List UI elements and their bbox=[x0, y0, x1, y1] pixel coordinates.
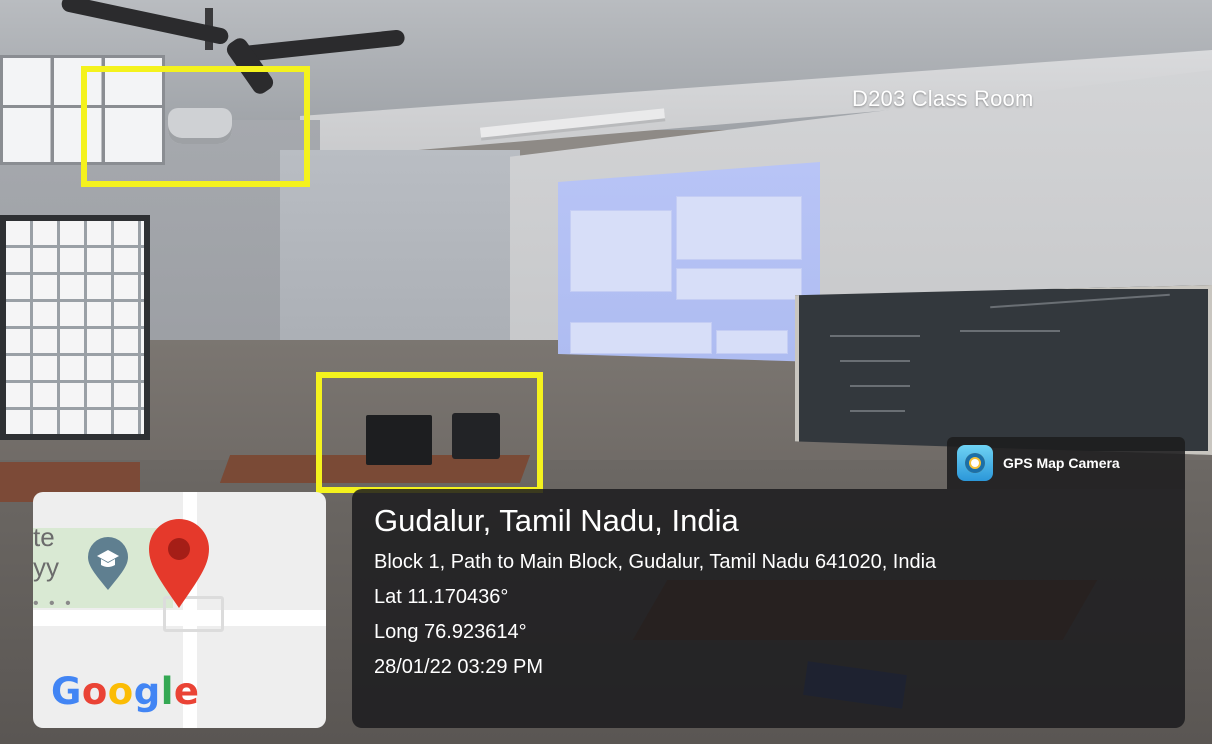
chalk-writing bbox=[840, 360, 910, 362]
gps-map-camera-icon bbox=[957, 445, 993, 481]
address-text: Block 1, Path to Main Block, Gudalur, Ta… bbox=[374, 551, 937, 573]
barred-window bbox=[0, 215, 150, 440]
longitude-text: Long 76.923614° bbox=[374, 621, 527, 643]
projected-panel bbox=[570, 210, 672, 292]
latitude-text: Lat 11.170436° bbox=[374, 586, 509, 608]
google-logo: Google bbox=[51, 670, 200, 713]
place-title: Gudalur, Tamil Nadu, India bbox=[374, 503, 739, 538]
projected-panel bbox=[676, 268, 802, 300]
room-label: D203 Class Room bbox=[852, 86, 1034, 111]
map-dots: • • • bbox=[33, 595, 74, 612]
datetime-text: 28/01/22 03:29 PM bbox=[374, 656, 544, 678]
map-label-fragment: te yy bbox=[33, 522, 59, 582]
location-pin-icon bbox=[149, 519, 209, 608]
computer-highlight-box bbox=[316, 372, 543, 493]
gps-app-name: GPS Map Camera bbox=[1003, 455, 1120, 471]
projected-panel bbox=[676, 196, 802, 260]
chalk-writing bbox=[850, 410, 905, 412]
chalk-writing bbox=[850, 385, 910, 387]
location-info-card: Gudalur, Tamil Nadu, India Block 1, Path… bbox=[352, 489, 1185, 728]
projected-panel bbox=[570, 322, 712, 354]
projector-highlight-box bbox=[81, 66, 310, 187]
education-pin-icon bbox=[88, 537, 128, 590]
blackboard bbox=[795, 285, 1212, 455]
chalk-writing bbox=[830, 335, 920, 337]
map-thumbnail: te yy • • • Google bbox=[33, 492, 326, 728]
gps-map-camera-badge: GPS Map Camera bbox=[947, 437, 1185, 489]
chalk-writing bbox=[960, 330, 1060, 332]
projected-panel bbox=[716, 330, 788, 354]
